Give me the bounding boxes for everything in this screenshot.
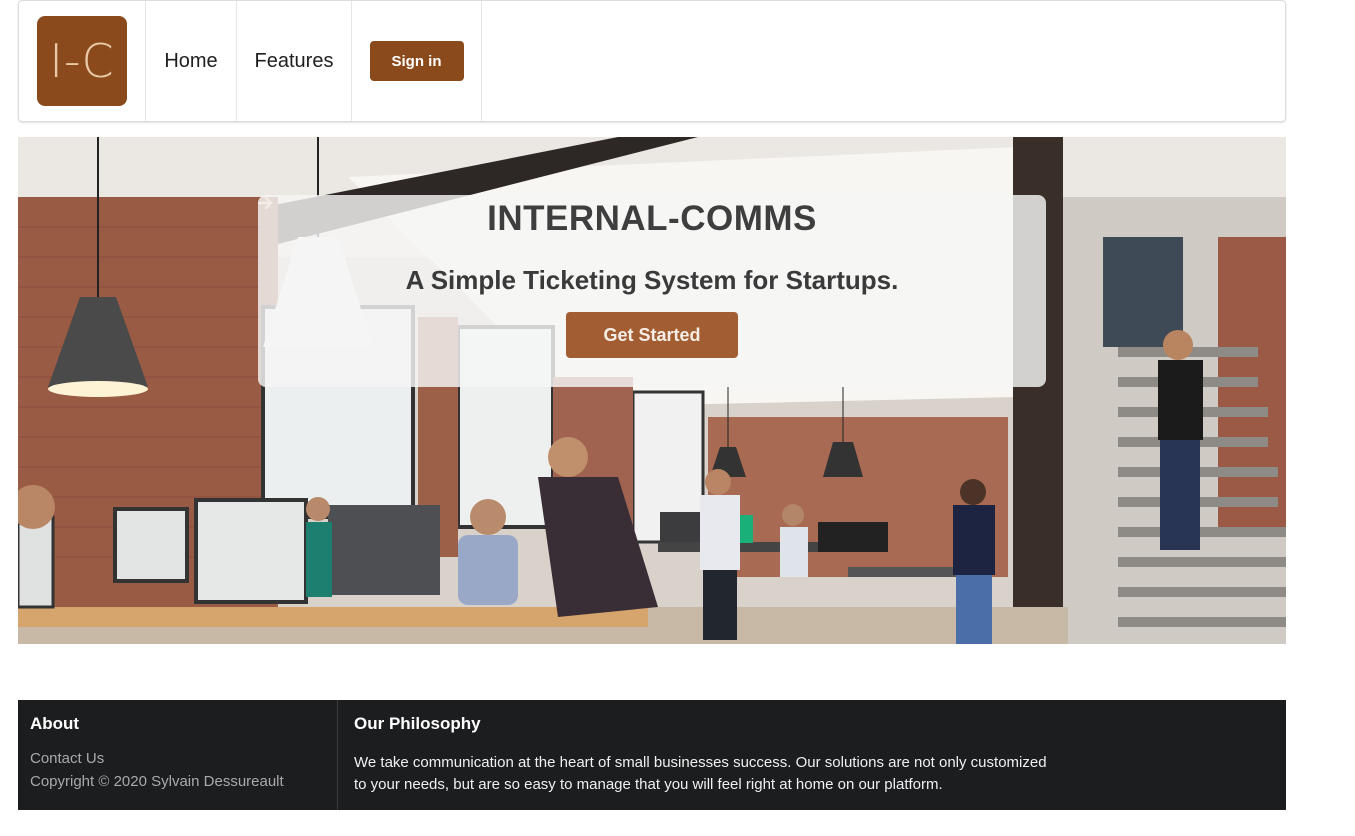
features-link[interactable]: Features <box>237 50 352 73</box>
hero-title: INTERNAL-COMMS <box>487 199 817 238</box>
nav-item-signin: Sign in <box>352 1 482 121</box>
home-link[interactable]: Home <box>146 50 235 73</box>
logo-cell: I-C <box>19 1 146 121</box>
nav-item-features: Features <box>237 1 352 121</box>
hero-section: INTERNAL-COMMS A Simple Ticketing System… <box>18 137 1286 644</box>
footer-philosophy-column: Our Philosophy We take communication at … <box>338 700 1286 810</box>
contact-us-link[interactable]: Contact Us <box>30 750 325 767</box>
copyright-text: Copyright © 2020 Sylvain Dessureault <box>30 773 284 790</box>
navbar: I-C Home Features Sign in <box>18 0 1286 122</box>
footer: About Contact Us Copyright © 2020 Sylvai… <box>18 700 1286 810</box>
about-heading: About <box>30 714 80 733</box>
get-started-button[interactable]: Get Started <box>258 196 738 358</box>
brand-logo[interactable]: I-C <box>37 16 127 106</box>
arrow-right-icon <box>258 196 273 210</box>
footer-about-column: About Contact Us Copyright © 2020 Sylvai… <box>18 700 338 810</box>
philosophy-heading: Our Philosophy <box>354 714 481 733</box>
sign-in-button[interactable]: Sign in <box>369 41 464 81</box>
philosophy-text: We take communication at the heart of sm… <box>354 754 1047 793</box>
hero-subtitle: A Simple Ticketing System for Startups. <box>405 265 899 295</box>
nav-item-home: Home <box>146 1 237 121</box>
hero-card: INTERNAL-COMMS A Simple Ticketing System… <box>258 195 1046 387</box>
get-started-label: Get Started <box>603 324 701 345</box>
